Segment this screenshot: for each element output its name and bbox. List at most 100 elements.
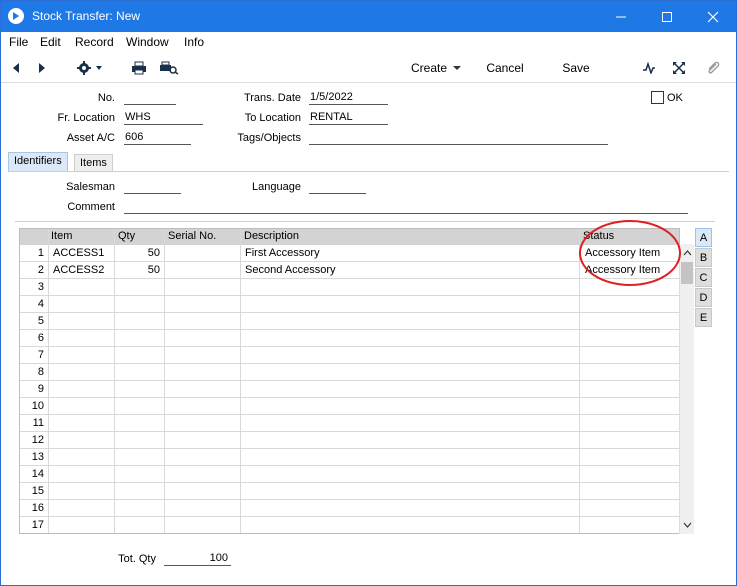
operations-menu-button[interactable] <box>73 52 107 83</box>
row-number: 14 <box>31 468 44 480</box>
menu-record[interactable]: Record <box>75 35 114 49</box>
column-header-status[interactable]: Status <box>583 230 614 242</box>
side-tab-d[interactable]: D <box>695 288 712 307</box>
print-preview-button[interactable] <box>158 52 180 83</box>
maximize-button[interactable] <box>644 1 690 32</box>
menu-bar: File Edit Record Window Info <box>1 32 736 52</box>
activity-button[interactable] <box>639 52 659 83</box>
table-row[interactable]: 4 <box>20 296 679 313</box>
table-row[interactable]: 16 <box>20 500 679 517</box>
row-number: 5 <box>37 315 44 327</box>
cell-status[interactable]: Accessory Item <box>585 264 677 276</box>
scroll-down-button[interactable] <box>680 516 695 533</box>
expand-button[interactable] <box>669 52 689 83</box>
column-header-item[interactable]: Item <box>51 230 72 242</box>
scroll-up-button[interactable] <box>680 244 695 261</box>
row-number: 10 <box>31 400 44 412</box>
trans-date-field[interactable]: 1/5/2022 <box>309 91 388 105</box>
column-header-qty[interactable]: Qty <box>118 230 135 242</box>
table-row[interactable]: 12 <box>20 432 679 449</box>
fr-location-label: Fr. Location <box>57 112 115 124</box>
ok-label: OK <box>667 92 683 104</box>
trans-date-label: Trans. Date <box>243 92 301 104</box>
asset-ac-field[interactable]: 606 <box>124 131 191 145</box>
table-row[interactable]: 3 <box>20 279 679 296</box>
previous-record-button[interactable] <box>8 52 24 83</box>
cell-description[interactable]: First Accessory <box>245 247 575 259</box>
side-tab-b[interactable]: B <box>695 248 712 267</box>
create-button[interactable]: Create <box>411 52 461 83</box>
comment-field[interactable] <box>124 200 688 214</box>
tags-objects-field[interactable] <box>309 131 608 145</box>
tot-qty-label: Tot. Qty <box>118 553 156 565</box>
row-number: 15 <box>31 485 44 497</box>
column-header-description[interactable]: Description <box>244 230 299 242</box>
print-button[interactable] <box>129 52 149 83</box>
menu-file[interactable]: File <box>9 35 28 49</box>
row-number: 3 <box>37 281 44 293</box>
create-label: Create <box>411 60 448 75</box>
tab-items[interactable]: Items <box>74 154 113 172</box>
expand-icon <box>673 61 685 74</box>
title-bar: Stock Transfer: New <box>1 1 736 32</box>
tab-identifiers[interactable]: Identifiers <box>8 152 68 172</box>
cell-qty[interactable]: 50 <box>116 247 160 259</box>
cell-description[interactable]: Second Accessory <box>245 264 575 276</box>
cell-item[interactable]: ACCESS1 <box>53 247 113 259</box>
gear-icon <box>77 60 102 75</box>
cell-item[interactable]: ACCESS2 <box>53 264 113 276</box>
column-header-serial-no[interactable]: Serial No. <box>168 230 216 242</box>
scroll-thumb[interactable] <box>681 262 693 284</box>
row-number: 13 <box>31 451 44 463</box>
next-record-button[interactable] <box>34 52 50 83</box>
table-row[interactable]: 7 <box>20 347 679 364</box>
menu-edit[interactable]: Edit <box>40 35 61 49</box>
table-row[interactable]: 6 <box>20 330 679 347</box>
close-icon <box>707 11 719 22</box>
row-number: 8 <box>37 366 44 378</box>
table-row[interactable]: 14 <box>20 466 679 483</box>
app-logo-icon <box>8 8 24 24</box>
cell-status[interactable]: Accessory Item <box>585 247 677 259</box>
table-row[interactable]: 11 <box>20 415 679 432</box>
row-number: 2 <box>37 264 44 276</box>
printer-icon <box>132 61 146 74</box>
attachment-button[interactable] <box>703 52 723 83</box>
side-tab-a[interactable]: A <box>695 228 712 247</box>
ok-checkbox[interactable] <box>651 91 664 104</box>
chevron-down-icon <box>453 65 461 70</box>
fr-location-field[interactable]: WHS <box>124 111 203 125</box>
section-divider <box>15 221 715 222</box>
arrow-right-icon <box>39 62 45 73</box>
cell-qty[interactable]: 50 <box>116 264 160 276</box>
menu-info[interactable]: Info <box>184 35 204 49</box>
language-label: Language <box>252 181 301 193</box>
no-label: No. <box>97 92 115 104</box>
minimize-button[interactable] <box>598 1 644 32</box>
table-row[interactable]: 9 <box>20 381 679 398</box>
tab-underline <box>8 171 729 172</box>
table-row[interactable]: 5 <box>20 313 679 330</box>
to-location-field[interactable]: RENTAL <box>309 111 388 125</box>
save-button[interactable]: Save <box>559 52 593 83</box>
salesman-field[interactable] <box>124 180 181 194</box>
table-row[interactable]: 1 ACCESS1 50 First Accessory Accessory Item <box>20 245 679 262</box>
table-row[interactable]: 17 <box>20 517 679 533</box>
menu-window[interactable]: Window <box>126 35 169 49</box>
chevron-down-icon <box>683 522 692 528</box>
table-row[interactable]: 2 ACCESS2 50 Second Accessory Accessory Item <box>20 262 679 279</box>
to-location-label: To Location <box>244 112 301 124</box>
table-row[interactable]: 10 <box>20 398 679 415</box>
side-tab-c[interactable]: C <box>695 268 712 287</box>
close-button[interactable] <box>690 1 736 32</box>
table-row[interactable]: 15 <box>20 483 679 500</box>
window-title: Stock Transfer: New <box>32 9 141 23</box>
paperclip-icon <box>708 61 720 73</box>
table-row[interactable]: 8 <box>20 364 679 381</box>
grid-scrollbar[interactable] <box>679 244 694 534</box>
cancel-button[interactable]: Cancel <box>483 52 527 83</box>
language-field[interactable] <box>309 180 366 194</box>
side-tab-e[interactable]: E <box>695 308 712 327</box>
no-field[interactable] <box>124 91 176 105</box>
table-row[interactable]: 13 <box>20 449 679 466</box>
